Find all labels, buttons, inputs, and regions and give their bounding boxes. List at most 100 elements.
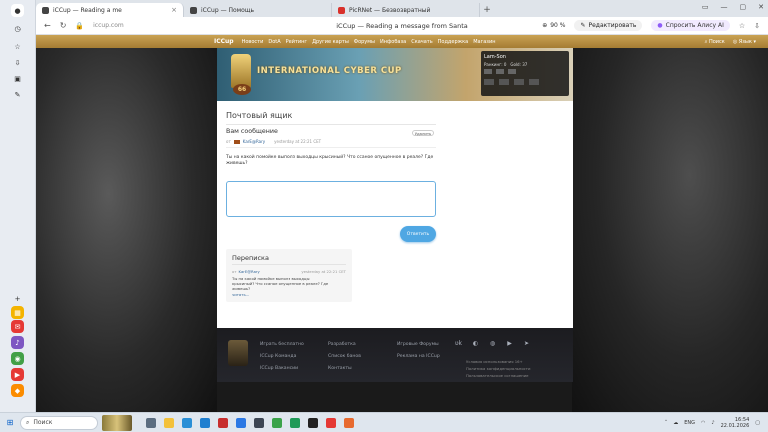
start-button[interactable]: ⊞ [0,413,20,432]
settings-icon[interactable] [514,79,524,85]
notifications-icon[interactable]: ▢ [755,420,760,426]
cloud-icon[interactable]: ☁ [673,420,678,426]
volume-icon[interactable]: ♪ [711,420,714,426]
profile-icon[interactable]: ● [11,4,24,17]
reply-button[interactable]: Ответить [400,226,436,242]
collections-icon[interactable]: ▣ [11,72,24,85]
mailbox-heading: Почтовый ящик [226,111,293,120]
banner-badge: 66 [233,84,251,95]
footer-legal-link[interactable]: Пользовательское соглашение [466,372,530,379]
mail-icon[interactable]: ✉ [11,320,24,333]
tab-list-icon[interactable]: ▭ [702,3,709,11]
app-icon[interactable] [218,417,228,428]
correspondence-title: Переписка [232,254,269,262]
tab-reading-message[interactable]: iCCup — Reading a me × [36,3,184,17]
language-label: Язык [738,38,752,45]
site-search-label: Поиск [708,38,725,45]
messenger-icon[interactable]: ◉ [11,352,24,365]
odnoklassniki-icon[interactable]: ◐ [471,340,480,347]
sender-link[interactable]: KarE@Rary [243,139,265,144]
yandex-browser-icon[interactable] [326,417,336,428]
language-indicator[interactable]: ENG [684,420,695,426]
footer-legal-link[interactable]: Условия использования 16+ [466,358,530,365]
terminal-icon[interactable] [254,417,264,428]
video-icon[interactable]: ▶ [11,368,24,381]
games-icon[interactable]: ◆ [11,384,24,397]
tab-help[interactable]: iCCup — Помощь [184,3,332,17]
close-tab-icon[interactable]: × [171,6,177,14]
footer-link[interactable]: Список банов [328,351,361,363]
footer-link[interactable]: Игровые Форумы [397,339,440,351]
app-icon[interactable] [308,417,318,428]
nav-news[interactable]: Новости [242,39,264,45]
downloads-icon[interactable]: ⇩ [11,56,24,69]
clock[interactable]: 16:54 22.01.2026 [721,417,750,429]
sender-link[interactable]: KarE@Rary [239,269,260,274]
mailbox-content: Почтовый ящик Вам сообщение Удалить от K… [217,101,573,328]
stat-bar [496,69,504,74]
trophy-icon [231,54,251,88]
maximize-icon[interactable]: ▢ [740,3,747,11]
footer-link[interactable]: Играть бесплатно [260,339,304,351]
nav-other-maps[interactable]: Другие карты [312,39,349,45]
store-icon[interactable] [200,417,210,428]
firefox-icon[interactable] [344,417,354,428]
telegram-icon[interactable]: ➤ [522,340,531,347]
footer-legal-link[interactable]: Политика конфиденциальности [466,365,530,372]
footer-link[interactable]: Реклама на ICCup [397,351,440,363]
messages-icon[interactable] [484,79,494,85]
add-panel-icon[interactable]: + [11,292,24,305]
country-flag-icon [233,139,240,144]
nav-dota[interactable]: DotA [268,39,280,45]
site-search[interactable]: ⌕ Поиск [705,39,725,45]
chevron-up-icon[interactable]: ˄ [665,420,668,426]
new-tab-button[interactable]: + [480,3,494,17]
bookmarks-icon[interactable]: ☆ [11,40,24,53]
logout-icon[interactable] [529,79,539,85]
taskbar-search[interactable]: ⌕ Поиск [20,415,98,430]
vscode-icon[interactable] [236,417,246,428]
close-window-icon[interactable]: ✕ [758,3,764,11]
footer-legal: Условия использования 16+ Политика конфи… [466,358,530,379]
edge-icon[interactable] [182,417,192,428]
discord-icon[interactable]: ◍ [488,340,497,347]
apps-icon[interactable]: ▦ [11,306,24,319]
footer-link[interactable]: ICCup Команда [260,351,304,363]
correspondence-meta: от KarE@Rary yesterday at 22:21 CET [232,269,346,274]
history-icon[interactable]: ◷ [11,22,24,35]
message-meta: от KarE@Rary yesterday at 22:21 CET [226,139,321,144]
footer-col-2: Разработка Список банов Контакты [328,339,361,375]
friends-icon[interactable] [499,79,509,85]
footer-link[interactable]: Контакты [328,363,361,375]
message-date: yesterday at 22:21 CET [274,139,322,144]
app-icon[interactable] [272,417,282,428]
language-select[interactable]: ◎ Язык ▾ [733,39,756,45]
vk-icon[interactable]: ʋk [454,340,463,347]
search-highlight-image[interactable] [102,414,132,431]
music-icon[interactable]: ♪ [11,336,24,349]
nav-forums[interactable]: Форумы [354,39,375,45]
read-more-link[interactable]: читать... [232,292,249,297]
pinned-apps [146,417,354,428]
user-name[interactable]: Lam-Son [484,54,566,60]
nav-shop[interactable]: Магазин [473,39,495,45]
nav-download[interactable]: Скачать [411,39,432,45]
footer-link[interactable]: Разработка [328,339,361,351]
nav-infobase[interactable]: Инфобаза [380,39,406,45]
task-view-icon[interactable] [146,417,156,428]
footer-link[interactable]: ICCup Вакансии [260,363,304,375]
minimize-icon[interactable]: — [721,3,728,11]
youtube-icon[interactable]: ▶ [505,340,514,347]
tab-picrnet[interactable]: PicRNet — Безвозвратный [332,3,480,17]
site-logo[interactable]: ICCup [214,38,234,45]
nav-support[interactable]: Поддержка [438,39,469,45]
reply-textarea[interactable] [226,181,436,217]
notes-icon[interactable]: ✎ [11,88,24,101]
chrome-icon[interactable] [290,417,300,428]
delete-button[interactable]: Удалить [412,130,434,136]
wifi-icon[interactable]: ◠ [701,420,705,426]
nav-rating[interactable]: Рейтинг [286,39,307,45]
tournament-banner[interactable]: 66 INTERNATIONAL CYBER CUP Lam-Son Ранки… [217,48,573,101]
background-art-left [36,48,217,412]
file-explorer-icon[interactable] [164,417,174,428]
